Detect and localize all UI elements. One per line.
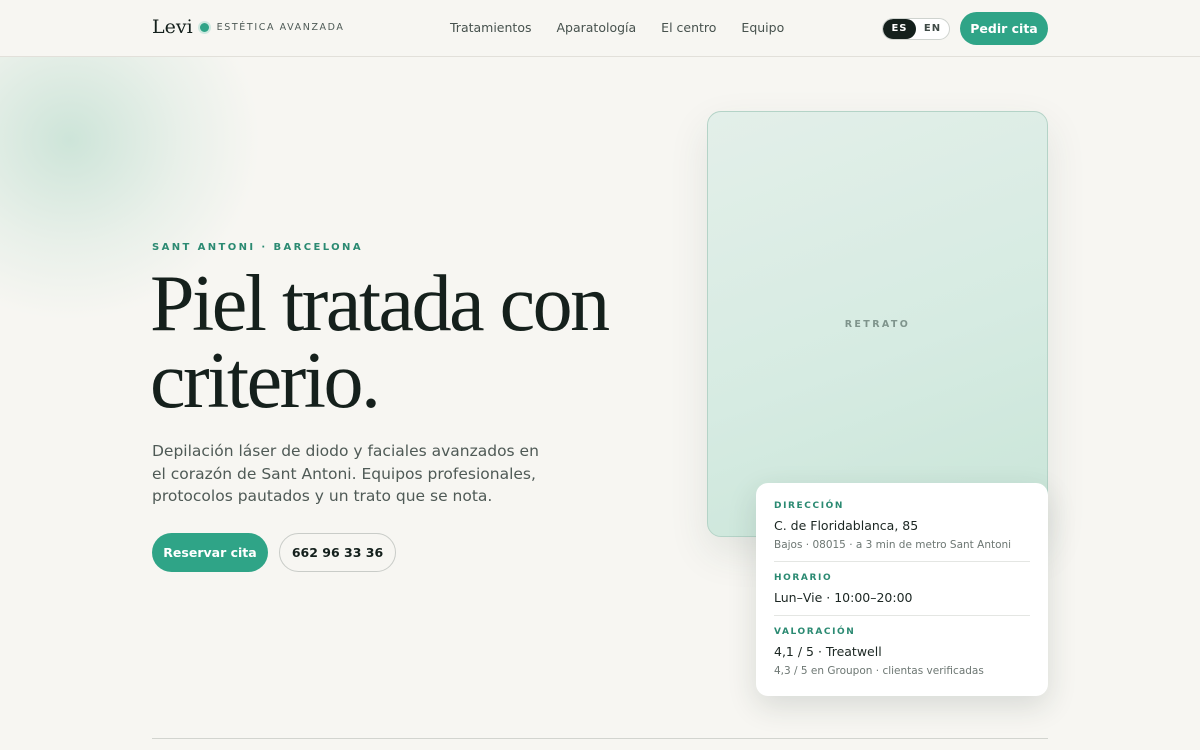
hero-title-line-1: Piel tratada con bbox=[150, 260, 610, 348]
nav-link-aparatologia[interactable]: Aparatología bbox=[556, 20, 636, 35]
brand-tagline: ESTÉTICA AVANZADA bbox=[216, 21, 345, 33]
hours-value: Lun–Vie · 10:00–20:00 bbox=[774, 590, 913, 605]
hero-lead: Depilación láser de diodo y faciales ava… bbox=[152, 442, 539, 505]
brand-name: Levi bbox=[152, 16, 193, 38]
brand-dot-icon bbox=[199, 22, 209, 32]
portrait-label: RETRATO bbox=[844, 319, 911, 330]
address-detail: Bajos · 08015 · a 3 min de metro Sant An… bbox=[774, 539, 1012, 551]
page: Levi ESTÉTICA AVANZADA Tratamientos Apar… bbox=[0, 0, 1200, 750]
nav-link-tratamientos[interactable]: Tratamientos bbox=[450, 20, 531, 35]
rating-section: VALORACIÓN 4,1 / 5 · Treatwell 4,3 / 5 e… bbox=[774, 627, 1030, 677]
language-switcher: ES EN bbox=[882, 18, 950, 40]
section-divider bbox=[152, 738, 1048, 739]
address-value: C. de Floridablanca, 85 bbox=[774, 518, 919, 533]
address-label: DIRECCIÓN bbox=[774, 501, 845, 511]
info-card: DIRECCIÓN C. de Floridablanca, 85 Bajos … bbox=[756, 483, 1048, 696]
hero-title: Piel tratada con criterio. bbox=[150, 264, 670, 421]
rating-label: VALORACIÓN bbox=[774, 627, 856, 637]
nav-link-equipo[interactable]: Equipo bbox=[741, 20, 784, 35]
divider bbox=[774, 561, 1030, 562]
lang-es-button[interactable]: ES bbox=[883, 19, 916, 39]
top-navbar: Levi ESTÉTICA AVANZADA Tratamientos Apar… bbox=[0, 0, 1200, 57]
book-appointment-header-button[interactable]: Pedir cita bbox=[960, 12, 1048, 45]
rating-value: 4,1 / 5 · Treatwell bbox=[774, 644, 882, 659]
hours-section: HORARIO Lun–Vie · 10:00–20:00 bbox=[774, 573, 1030, 605]
main-nav: Tratamientos Aparatología El centro Equi… bbox=[450, 20, 784, 35]
portrait-placeholder: RETRATO bbox=[707, 111, 1048, 537]
divider bbox=[774, 615, 1030, 616]
nav-link-el-centro[interactable]: El centro bbox=[661, 20, 716, 35]
rating-detail: 4,3 / 5 en Groupon · clientas verificada… bbox=[774, 665, 984, 677]
hero-title-line-2: criterio. bbox=[150, 337, 381, 425]
phone-button[interactable]: 662 96 33 36 bbox=[279, 533, 396, 572]
brand-logo[interactable]: Levi ESTÉTICA AVANZADA bbox=[152, 16, 345, 38]
reserve-appointment-button[interactable]: Reservar cita bbox=[152, 533, 268, 572]
hero-eyebrow: SANT ANTONI · BARCELONA bbox=[152, 242, 363, 253]
hours-label: HORARIO bbox=[774, 573, 833, 583]
lang-en-button[interactable]: EN bbox=[916, 19, 949, 39]
address-section: DIRECCIÓN C. de Floridablanca, 85 Bajos … bbox=[774, 501, 1030, 551]
